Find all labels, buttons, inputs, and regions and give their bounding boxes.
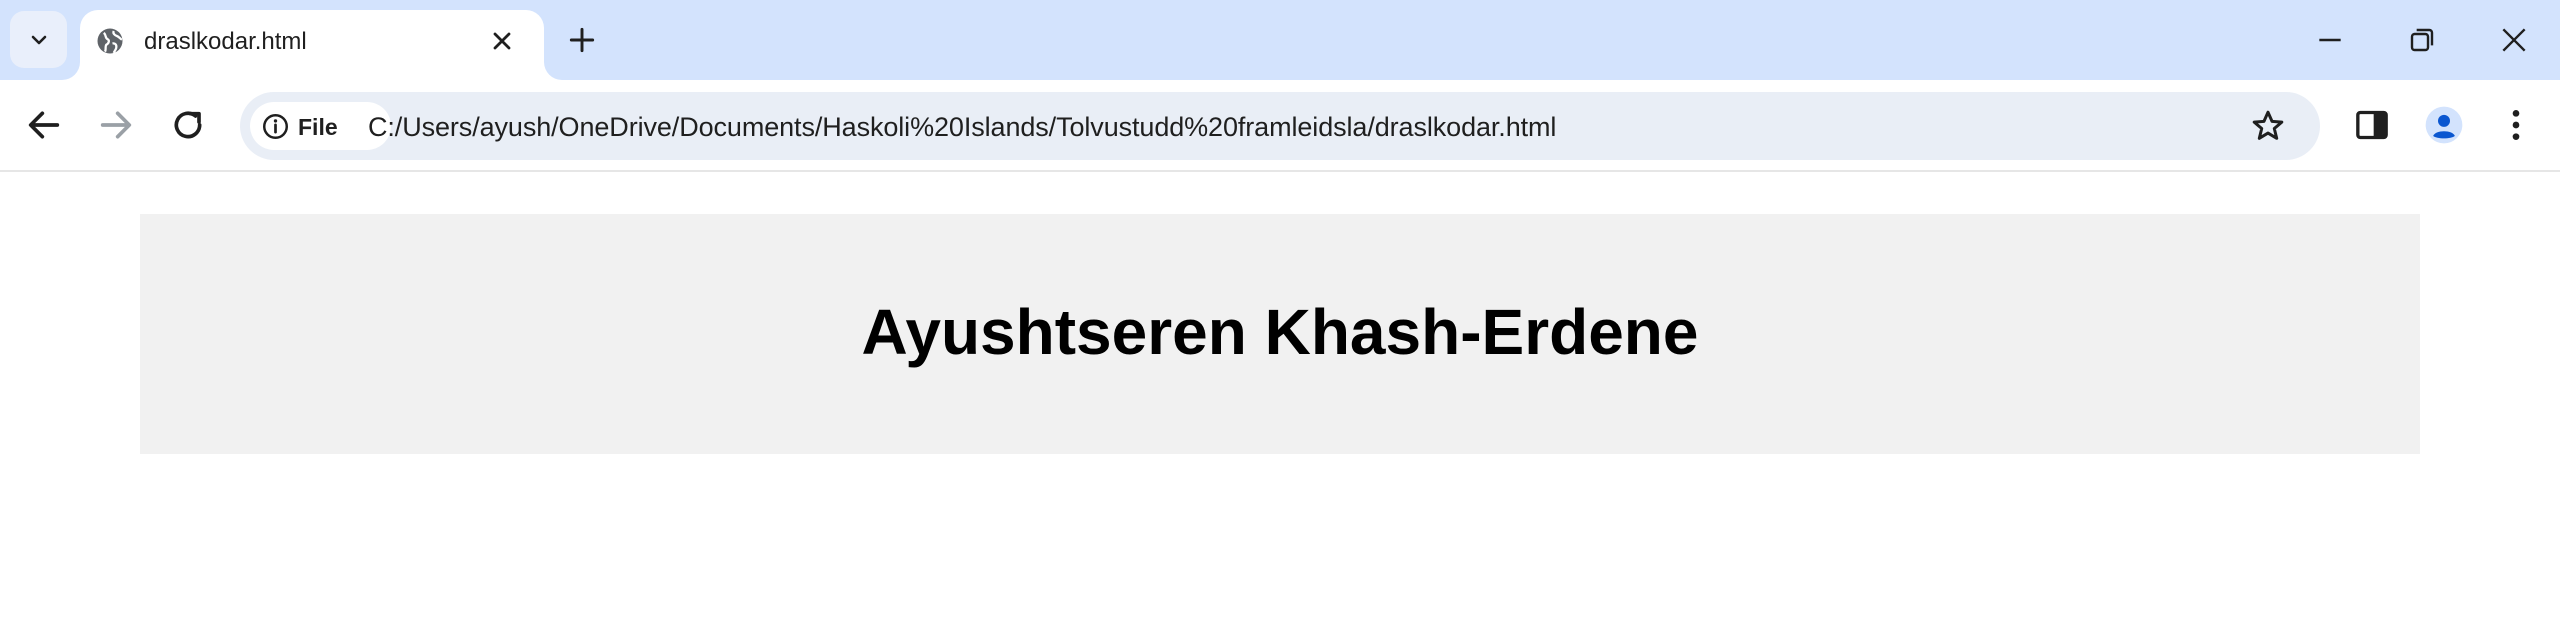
info-icon xyxy=(263,114,288,139)
side-panel-icon[interactable] xyxy=(2352,105,2392,145)
window-close-icon[interactable] xyxy=(2498,24,2530,56)
back-arrow-icon[interactable] xyxy=(24,105,64,145)
chevron-down-icon xyxy=(31,35,46,44)
reload-icon[interactable] xyxy=(168,105,208,145)
site-info-label: File xyxy=(298,114,338,140)
page-header: Ayushtseren Khash-Erdene xyxy=(140,214,2420,454)
forward-arrow-icon[interactable] xyxy=(96,105,136,145)
bookmark-star-icon[interactable] xyxy=(2250,108,2286,144)
tab-search-button[interactable] xyxy=(10,11,67,68)
active-tab[interactable]: draslkodar.html xyxy=(80,10,544,80)
profile-avatar-icon[interactable] xyxy=(2424,105,2464,145)
new-tab-plus-icon[interactable] xyxy=(566,24,598,56)
restore-icon[interactable] xyxy=(2406,24,2438,56)
url-text[interactable]: C:/Users/ayush/OneDrive/Documents/Haskol… xyxy=(368,112,1556,143)
browser-toolbar: File C:/Users/ayush/OneDrive/Documents/H… xyxy=(0,80,2560,172)
close-icon[interactable] xyxy=(488,27,516,55)
more-menu-icon[interactable] xyxy=(2496,105,2536,145)
globe-icon xyxy=(97,28,123,54)
address-bar[interactable]: File C:/Users/ayush/OneDrive/Documents/H… xyxy=(240,92,2320,160)
page-content: Ayushtseren Khash-Erdene xyxy=(0,174,2560,634)
minimize-icon[interactable] xyxy=(2314,24,2346,56)
tab-strip: draslkodar.html xyxy=(0,0,2560,80)
page-title: Ayushtseren Khash-Erdene xyxy=(861,296,1699,368)
tab-title: draslkodar.html xyxy=(144,28,307,55)
